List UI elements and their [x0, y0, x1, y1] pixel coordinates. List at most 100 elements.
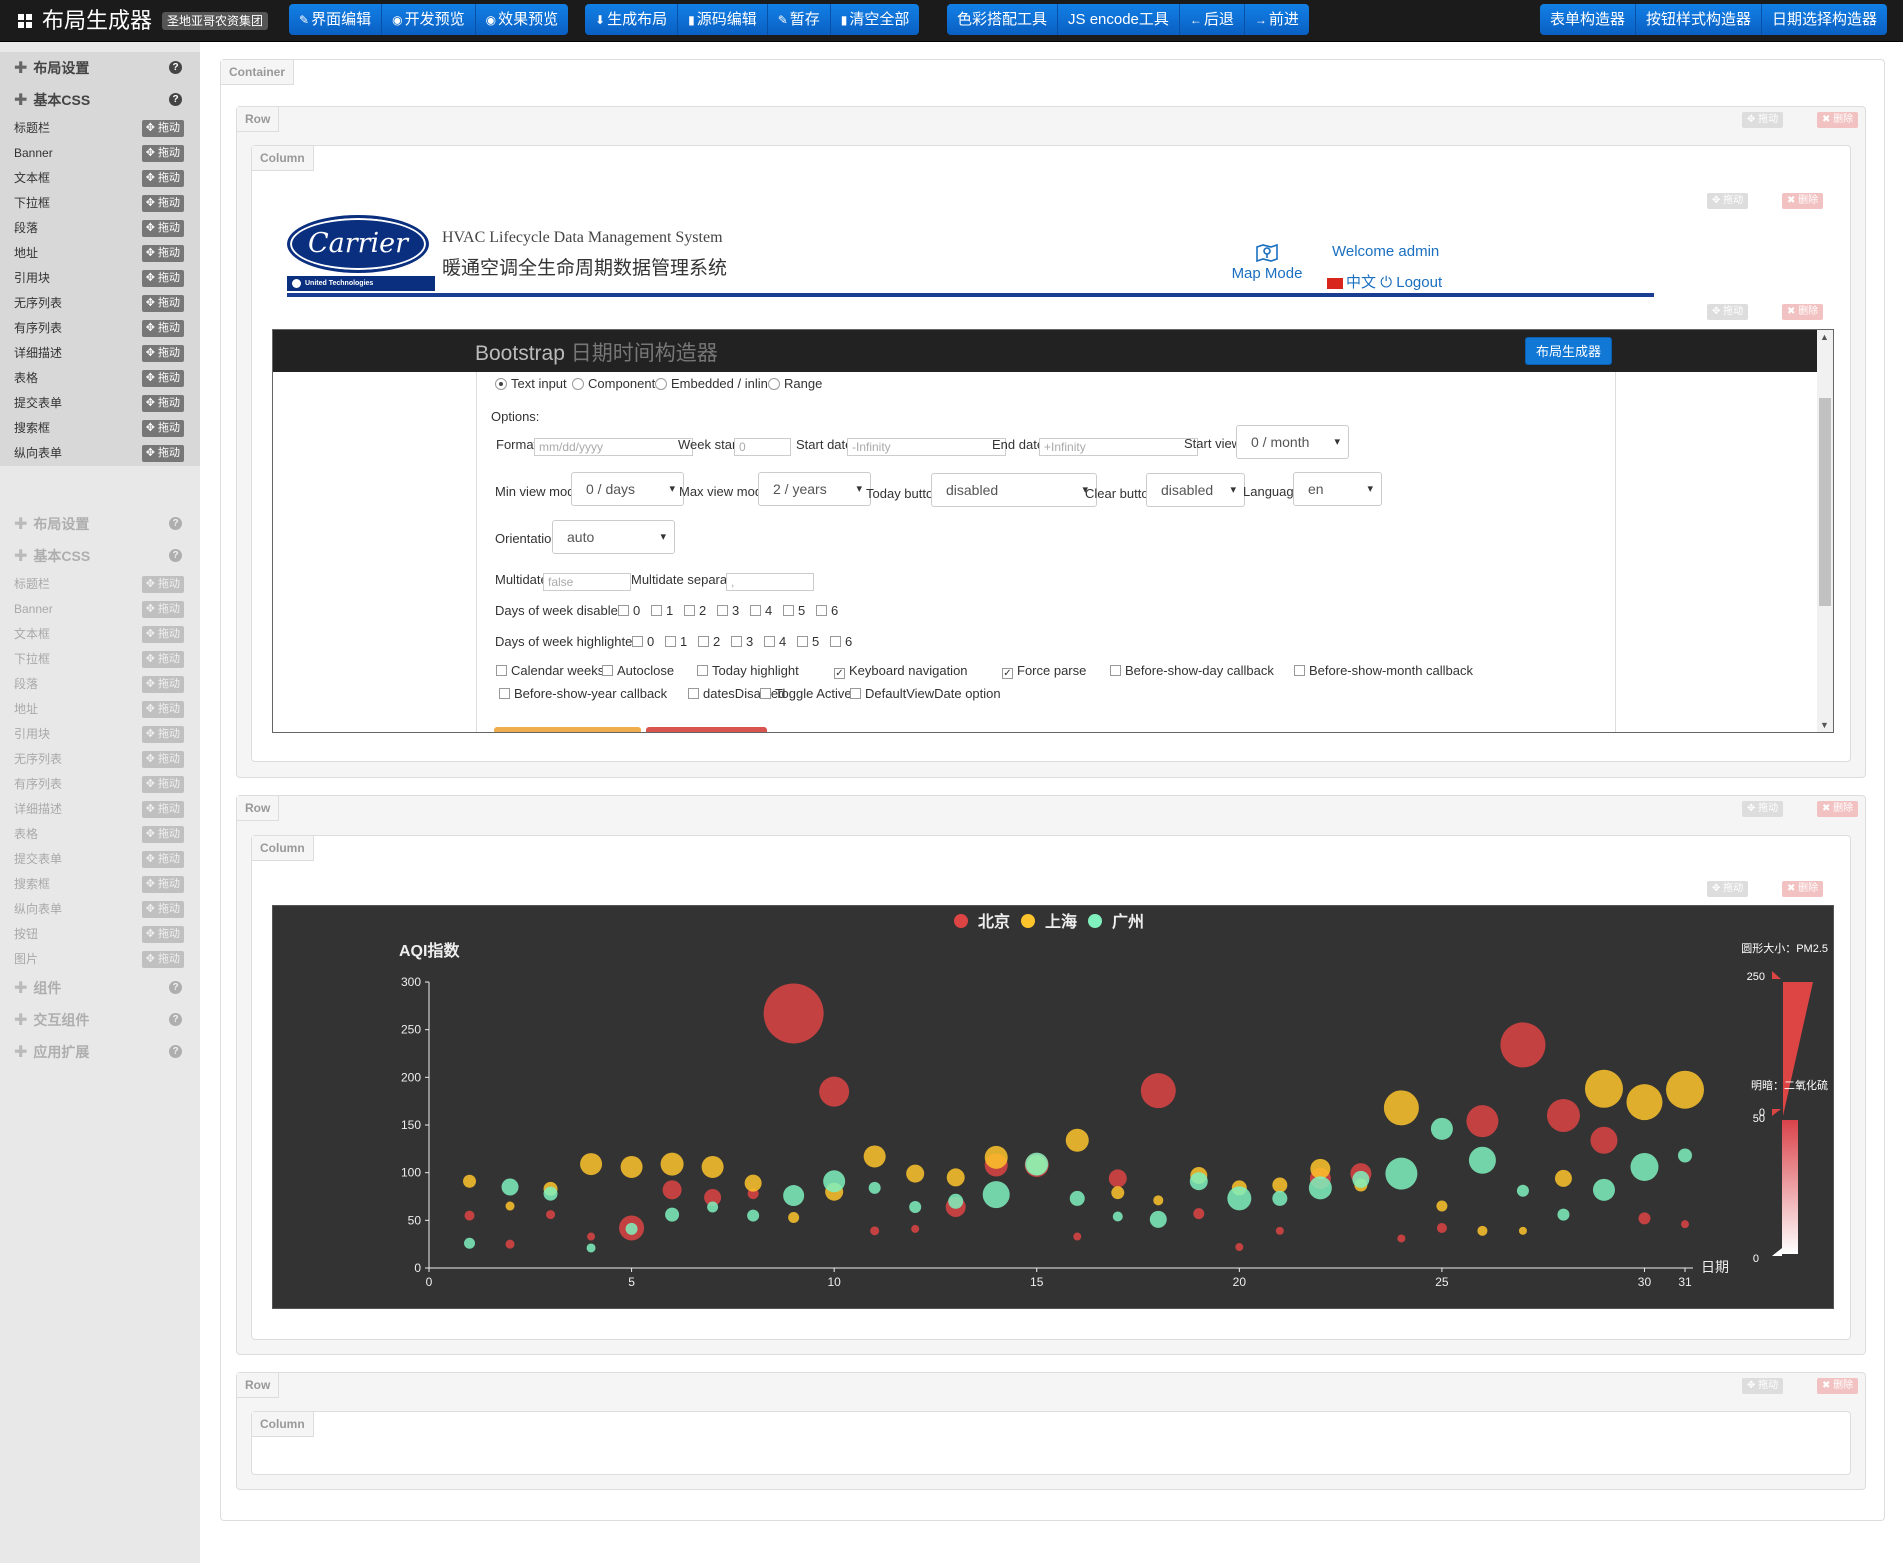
checkbox-icon[interactable] — [731, 636, 742, 647]
delete-button[interactable]: ✖ 删除 — [1782, 304, 1824, 320]
drag-handle[interactable]: ✥ 拖动 — [141, 601, 184, 618]
sidebar-item[interactable]: 图片 ✥ 拖动 — [0, 947, 200, 972]
data-point[interactable] — [906, 1164, 925, 1183]
drag-handle[interactable]: ✥ 拖动 — [141, 801, 184, 818]
sidebar-item[interactable]: 文本框 ✥ 拖动 — [0, 622, 200, 647]
checkbox-icon[interactable]: ✓ — [1002, 668, 1013, 679]
data-point[interactable] — [546, 1210, 556, 1220]
drag-handle[interactable]: ✥ 拖动 — [141, 220, 184, 237]
legend-marker[interactable] — [1088, 914, 1102, 928]
option-checkbox[interactable]: Calendar weeks — [496, 663, 604, 678]
data-point[interactable] — [911, 1224, 920, 1233]
legend-label[interactable]: 北京 — [978, 912, 1010, 931]
map-mode-link[interactable]: Map Mode — [1227, 243, 1307, 282]
checkbox-icon[interactable] — [764, 636, 775, 647]
option-checkbox[interactable]: Before-show-month callback — [1294, 663, 1473, 678]
option-checkbox[interactable]: Toggle Active — [760, 686, 852, 701]
checkbox-icon[interactable]: ✓ — [834, 668, 845, 679]
min-view-mode-select[interactable]: 0 / days — [571, 472, 684, 506]
days-highlighted-checkbox[interactable]: 5 — [797, 634, 819, 649]
data-point[interactable] — [1272, 1177, 1288, 1193]
sidebar-item[interactable]: 提交表单 ✥ 拖动 — [0, 847, 200, 872]
drag-handle[interactable]: ✥ 拖动 — [1742, 112, 1784, 128]
data-point[interactable] — [1025, 1152, 1049, 1176]
drag-handle[interactable]: ✥ 拖动 — [141, 120, 184, 137]
help-icon[interactable]: ? — [169, 549, 182, 562]
sidebar-item[interactable]: 表格 ✥ 拖动 — [0, 822, 200, 847]
drag-handle[interactable]: ✥ 拖动 — [141, 295, 184, 312]
sidebar-item[interactable]: Banner ✥ 拖动 — [0, 597, 200, 622]
data-point[interactable] — [505, 1239, 515, 1249]
sidebar-section-header[interactable]: ✚ 组件? — [0, 972, 200, 1004]
sidebar-item[interactable]: 有序列表 ✥ 拖动 — [0, 316, 200, 341]
drag-handle[interactable]: ✥ 拖动 — [141, 345, 184, 362]
data-point[interactable] — [1546, 1098, 1580, 1132]
app-brand[interactable]: 布局生成器 圣地亚哥农资集团 — [18, 9, 269, 33]
data-point[interactable] — [586, 1243, 596, 1253]
drag-handle[interactable]: ✥ 拖动 — [141, 576, 184, 593]
data-point[interactable] — [1310, 1158, 1331, 1179]
checkbox-icon[interactable] — [651, 605, 662, 616]
checkbox-icon[interactable] — [499, 688, 510, 699]
data-point[interactable] — [1235, 1243, 1244, 1252]
data-point[interactable] — [1352, 1170, 1370, 1188]
data-point[interactable] — [620, 1155, 643, 1178]
sidebar-item[interactable]: 详细描述 ✥ 拖动 — [0, 797, 200, 822]
radio-icon[interactable] — [768, 378, 780, 390]
toolbar-button[interactable]: 色彩搭配工具 — [947, 4, 1059, 35]
sidebar-section-header[interactable]: ✚ 布局设置? — [0, 508, 200, 540]
drag-handle[interactable]: ✥ 拖动 — [141, 170, 184, 187]
radio-icon[interactable] — [495, 378, 507, 390]
data-point[interactable] — [870, 1226, 880, 1236]
drag-handle[interactable]: ✥ 拖动 — [141, 320, 184, 337]
drag-handle[interactable]: ✥ 拖动 — [141, 651, 184, 668]
days-highlighted-checkbox[interactable]: 2 — [698, 634, 720, 649]
mode-radio[interactable]: Embedded / inline — [655, 376, 775, 391]
sidebar-section-header[interactable]: ✚ 交互组件? — [0, 1004, 200, 1036]
sidebar-item[interactable]: 下拉框 ✥ 拖动 — [0, 647, 200, 672]
legend-marker[interactable] — [1021, 914, 1035, 928]
checkbox-icon[interactable] — [1294, 665, 1305, 676]
data-point[interactable] — [1630, 1152, 1659, 1181]
scroll-down-icon[interactable]: ▼ — [1820, 720, 1829, 730]
delete-button[interactable]: ✖ 删除 — [1817, 1378, 1859, 1394]
drag-handle[interactable]: ✥ 拖动 — [141, 445, 184, 462]
data-point[interactable] — [948, 1193, 964, 1209]
days-disabled-checkbox[interactable]: 6 — [816, 603, 838, 618]
sidebar-item[interactable]: 搜索框 ✥ 拖动 — [0, 872, 200, 897]
data-point[interactable] — [625, 1222, 638, 1235]
radio-icon[interactable] — [655, 378, 667, 390]
drag-handle[interactable]: ✥ 拖动 — [141, 395, 184, 412]
sidebar-item[interactable]: 标题栏 ✥ 拖动 — [0, 116, 200, 141]
sidebar-item[interactable]: 引用块 ✥ 拖动 — [0, 722, 200, 747]
data-point[interactable] — [1073, 1232, 1082, 1241]
frame-scrollbar[interactable]: ▲ ▼ — [1817, 330, 1833, 732]
sidebar-item[interactable]: 标题栏 ✥ 拖动 — [0, 572, 200, 597]
data-point[interactable] — [1584, 1069, 1623, 1108]
delete-button[interactable]: ✖ 删除 — [1817, 112, 1859, 128]
days-highlighted-checkbox[interactable]: 6 — [830, 634, 852, 649]
data-point[interactable] — [1383, 1090, 1419, 1126]
data-point[interactable] — [1385, 1157, 1418, 1190]
sidebar-item[interactable]: 表格 ✥ 拖动 — [0, 366, 200, 391]
data-point[interactable] — [580, 1153, 603, 1176]
data-point[interactable] — [984, 1145, 1008, 1169]
days-highlighted-checkbox[interactable]: 4 — [764, 634, 786, 649]
drag-handle[interactable]: ✥ 拖动 — [1742, 801, 1784, 817]
toolbar-button[interactable]: ◉ 效果预览 — [475, 4, 569, 35]
legend-label[interactable]: 广州 — [1112, 912, 1144, 931]
sidebar-item[interactable]: 按钮 ✥ 拖动 — [0, 922, 200, 947]
data-point[interactable] — [1466, 1105, 1499, 1138]
language-link[interactable]: 中文 — [1346, 274, 1376, 291]
data-point[interactable] — [662, 1180, 682, 1200]
data-point[interactable] — [1678, 1148, 1692, 1163]
data-point[interactable] — [1638, 1212, 1651, 1225]
max-view-mode-select[interactable]: 2 / years — [758, 472, 871, 506]
sidebar-item[interactable]: 文本框 ✥ 拖动 — [0, 166, 200, 191]
sidebar-item[interactable]: 地址 ✥ 拖动 — [0, 697, 200, 722]
data-point[interactable] — [1430, 1117, 1453, 1140]
drag-handle[interactable]: ✥ 拖动 — [141, 826, 184, 843]
data-point[interactable] — [1065, 1128, 1089, 1152]
sidebar-section-header[interactable]: ✚ 基本CSS? — [0, 84, 200, 116]
drag-handle[interactable]: ✥ 拖动 — [141, 851, 184, 868]
